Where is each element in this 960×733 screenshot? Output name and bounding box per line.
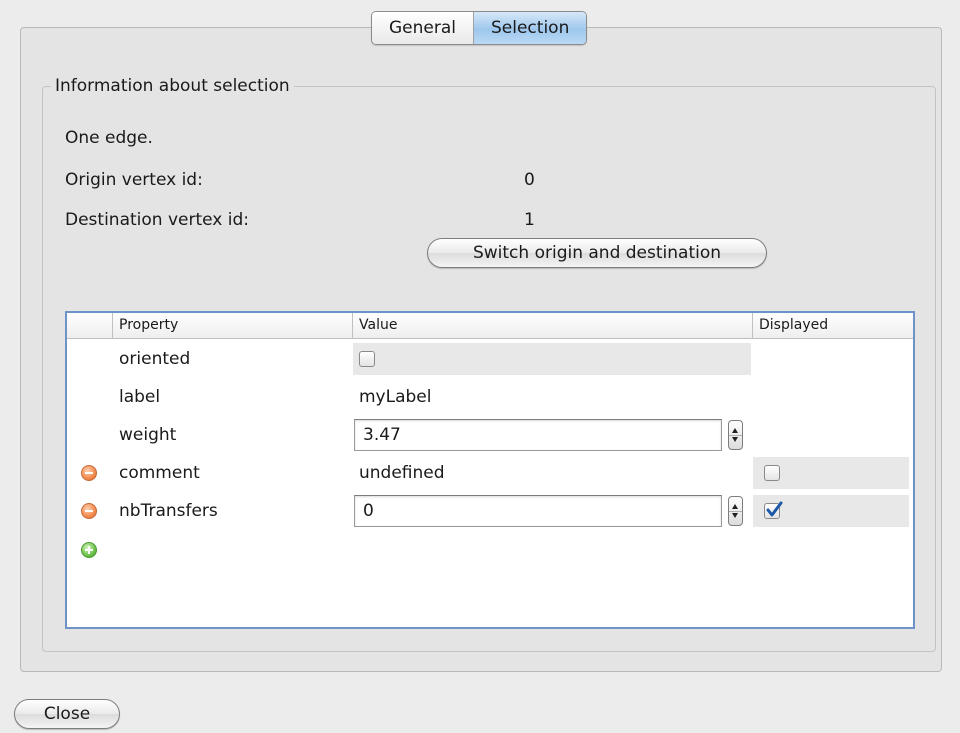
comment-value[interactable]: undefined (359, 454, 445, 492)
nbtransfers-displayed-checkbox[interactable] (764, 501, 783, 519)
property-name: nbTransfers (119, 501, 218, 521)
tab-general[interactable]: General (372, 12, 473, 44)
selection-summary: One edge. (65, 128, 153, 148)
table-row: nbTransfers (67, 492, 913, 530)
table-row: comment undefined (67, 454, 913, 492)
oriented-checkbox[interactable] (359, 351, 375, 367)
comment-displayed-checkbox[interactable] (764, 465, 780, 481)
stepper-down-icon (732, 513, 738, 518)
group-title: Information about selection (51, 76, 294, 96)
checkmark-icon (766, 501, 783, 517)
tab-bar: General Selection (371, 11, 588, 45)
add-property-icon[interactable] (81, 542, 97, 558)
close-button[interactable]: Close (14, 699, 120, 729)
value-cell (353, 343, 751, 375)
property-name: weight (119, 425, 177, 445)
header-property[interactable]: Property (113, 313, 353, 338)
weight-stepper[interactable] (728, 420, 743, 450)
table-row: oriented (67, 340, 913, 378)
switch-origin-destination-button[interactable]: Switch origin and destination (427, 238, 767, 268)
destination-vertex-label: Destination vertex id: (65, 210, 249, 230)
header-value[interactable]: Value (353, 313, 753, 338)
table-row: label myLabel (67, 378, 913, 416)
table-header: Property Value Displayed (67, 313, 913, 339)
remove-property-icon[interactable] (81, 465, 97, 481)
destination-vertex-value: 1 (524, 210, 535, 230)
label-value[interactable]: myLabel (359, 378, 431, 416)
property-name: comment (119, 463, 200, 483)
origin-vertex-value: 0 (524, 170, 535, 190)
nbtransfers-stepper[interactable] (728, 496, 743, 526)
remove-property-icon[interactable] (81, 503, 97, 519)
header-icon-column (67, 313, 113, 338)
origin-vertex-label: Origin vertex id: (65, 170, 203, 190)
tab-selection[interactable]: Selection (473, 12, 587, 44)
properties-table: Property Value Displayed oriented label … (65, 311, 915, 629)
property-name: label (119, 387, 161, 407)
stepper-up-icon (732, 428, 738, 433)
property-name: oriented (119, 349, 191, 369)
table-row: weight (67, 416, 913, 454)
weight-input[interactable] (354, 419, 722, 451)
nbtransfers-input[interactable] (354, 495, 722, 527)
stepper-down-icon (732, 437, 738, 442)
header-displayed[interactable]: Displayed (753, 313, 913, 338)
stepper-up-icon (732, 504, 738, 509)
properties-dialog: General Selection Information about sele… (0, 0, 960, 733)
